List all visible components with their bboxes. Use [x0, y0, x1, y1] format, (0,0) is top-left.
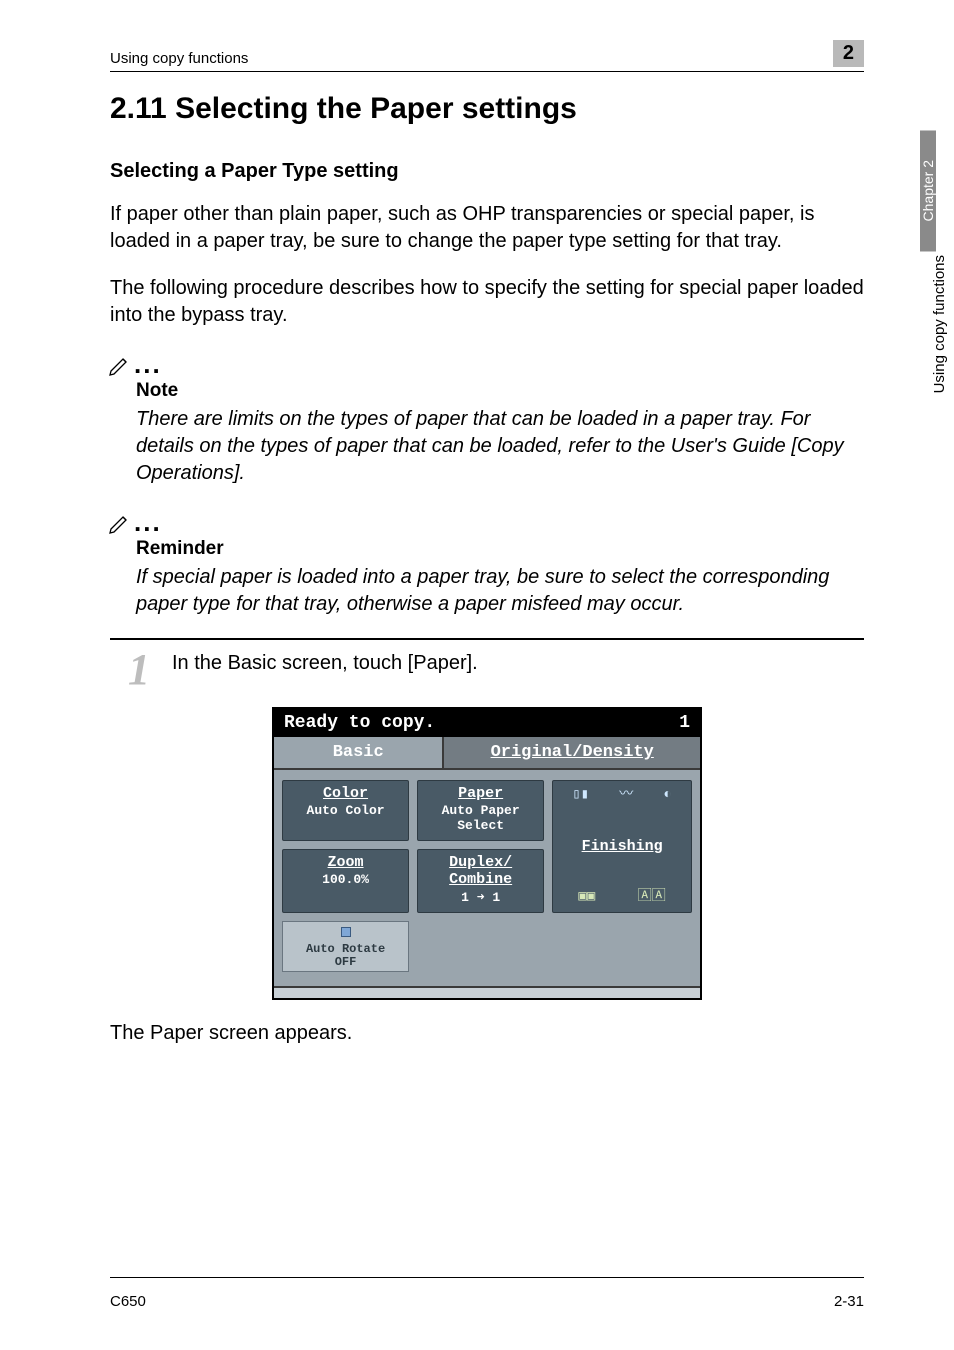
stack-icon: ▣▣: [578, 889, 595, 905]
footer-right: 2-31: [834, 1293, 864, 1310]
duplex-combine-button[interactable]: Duplex/ Combine 1 ➜ 1: [417, 849, 544, 912]
color-button[interactable]: Color Auto Color: [282, 780, 409, 841]
auto-rotate-label: Auto Rotate OFF: [306, 942, 385, 969]
section-title: 2.11 Selecting the Paper settings: [110, 92, 864, 126]
note-title-2: Reminder: [136, 538, 864, 560]
zoom-header: Zoom: [285, 854, 406, 871]
duplex-header: Duplex/ Combine: [420, 854, 541, 889]
paper-value: Auto Paper Select: [420, 804, 541, 834]
page: Using copy functions 2 2.11 Selecting th…: [0, 0, 954, 1350]
paper-button[interactable]: Paper Auto Paper Select: [417, 780, 544, 841]
footer-left: C650: [110, 1293, 146, 1310]
zoom-button[interactable]: Zoom 100.0%: [282, 849, 409, 912]
finishing-label: Finishing: [557, 838, 687, 855]
finishing-top-icons: ▯▮ 〰 ◐: [557, 787, 687, 803]
ellipsis-icon: ...: [134, 349, 162, 380]
panel-titlebar: Ready to copy. 1: [274, 709, 700, 737]
step-text: In the Basic screen, touch [Paper].: [172, 650, 478, 677]
note-marker-icon: ...: [108, 349, 864, 380]
panel-footer-strip: [274, 986, 700, 998]
note-block-2: ... Reminder If special paper is loaded …: [110, 507, 864, 618]
panel-body: Color Auto Color Paper Auto Paper Select…: [274, 770, 700, 986]
pencil-icon: [108, 512, 132, 534]
footer-row: C650 2-31: [110, 1293, 864, 1310]
note-body-1: There are limits on the types of paper t…: [136, 406, 864, 487]
note-body-2: If special paper is loaded into a paper …: [136, 564, 864, 618]
head-rule: [110, 71, 864, 72]
device-panel: Ready to copy. 1 Basic Original/Density …: [272, 707, 702, 1000]
booklet-icon: ◐: [663, 787, 671, 803]
step-separator: [110, 638, 864, 640]
panel-status-text: Ready to copy.: [284, 713, 435, 733]
tab-original-density[interactable]: Original/Density: [444, 737, 700, 768]
duplex-value: 1 ➜ 1: [420, 891, 541, 906]
running-head-left: Using copy functions: [110, 50, 248, 67]
pencil-icon: [108, 354, 132, 376]
step-after-text: The Paper screen appears.: [110, 1020, 864, 1047]
color-value: Auto Color: [285, 804, 406, 819]
footer-rule: [110, 1277, 864, 1278]
note-marker-icon-2: ...: [108, 507, 864, 538]
note-block-1: ... Note There are limits on the types o…: [110, 349, 864, 487]
pages-icon: 🄰🄰: [638, 889, 666, 905]
step-number: 1: [110, 650, 150, 697]
page-icon: [341, 927, 351, 937]
chapter-badge: 2: [833, 40, 864, 67]
side-tab-label: Chapter 2: [920, 130, 936, 251]
finishing-button[interactable]: ▯▮ 〰 ◐ Finishing ▣▣ 🄰🄰: [552, 780, 692, 913]
body-paragraph-1: If paper other than plain paper, such as…: [110, 201, 864, 255]
finishing-bottom-icons: ▣▣ 🄰🄰: [557, 889, 687, 905]
note-title-1: Note: [136, 380, 864, 402]
zoom-value: 100.0%: [285, 873, 406, 888]
panel-copy-count: 1: [679, 713, 690, 733]
fold-icon: 〰: [619, 787, 633, 803]
staple-icon: ▯▮: [572, 787, 589, 803]
step-row: 1 In the Basic screen, touch [Paper].: [110, 650, 864, 697]
device-panel-wrap: Ready to copy. 1 Basic Original/Density …: [110, 707, 864, 1000]
panel-tabs: Basic Original/Density: [274, 737, 700, 770]
subheading: Selecting a Paper Type setting: [110, 160, 864, 183]
ellipsis-icon: ...: [134, 507, 162, 538]
side-vertical-label: Using copy functions: [931, 255, 948, 393]
body-paragraph-2: The following procedure describes how to…: [110, 275, 864, 329]
auto-rotate-button[interactable]: Auto Rotate OFF: [282, 921, 409, 973]
color-header: Color: [285, 785, 406, 802]
side-thumb-tab: Chapter 2: [920, 130, 954, 251]
running-head: Using copy functions 2: [110, 40, 864, 67]
tab-basic[interactable]: Basic: [274, 737, 444, 768]
paper-header: Paper: [420, 785, 541, 802]
